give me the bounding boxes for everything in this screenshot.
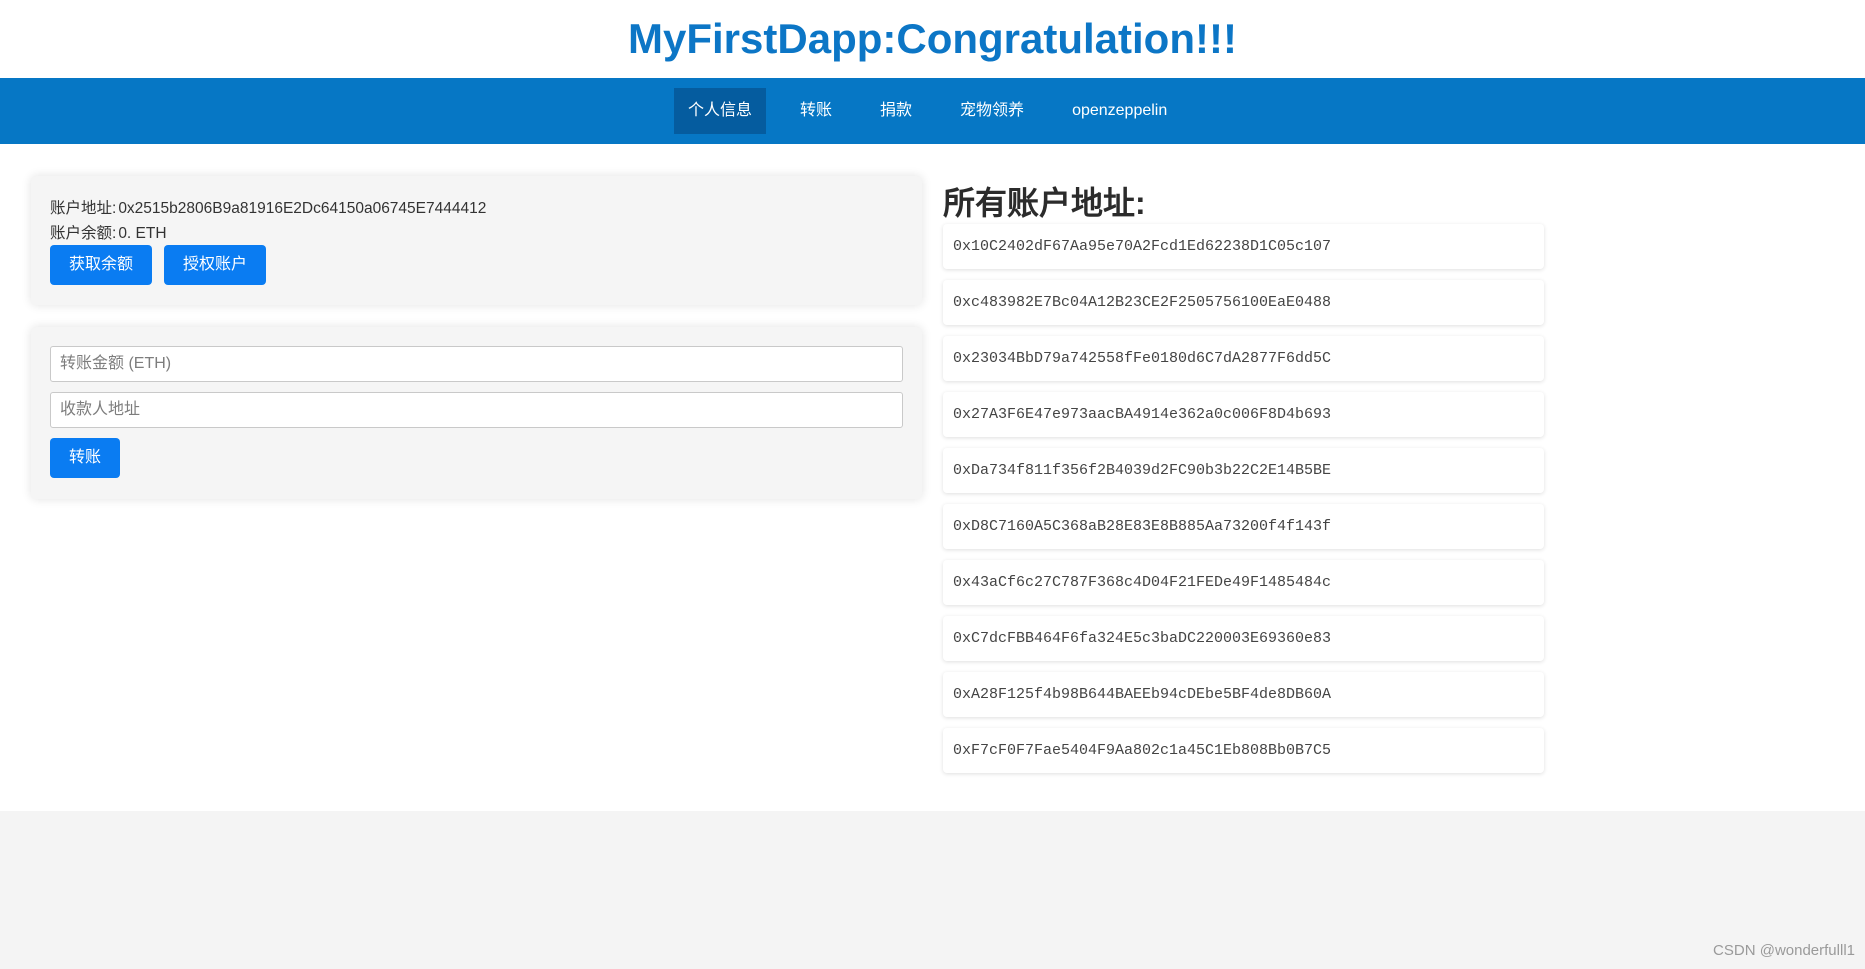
nav-item-pet-adoption[interactable]: 宠物领养 — [946, 88, 1038, 134]
nav-item-donate[interactable]: 捐款 — [866, 88, 926, 134]
account-list-item: 0xF7cF0F7Fae5404F9Aa802c1a45C1Eb808Bb0B7… — [943, 728, 1544, 773]
nav-item-transfer[interactable]: 转账 — [786, 88, 846, 134]
nav-item-profile[interactable]: 个人信息 — [674, 88, 767, 134]
account-info-card: 账户地址: 0x2515b2806B9a81916E2Dc64150a06745E… — [31, 176, 922, 305]
accounts-list: 0x10C2402dF67Aa95e70A2Fcd1Ed62238D1C05c1… — [943, 224, 1544, 784]
account-list-item: 0xC7dcFBB464F6fa324E5c3baDC220003E69360e… — [943, 616, 1544, 661]
account-address-label: 账户地址: — [50, 200, 117, 217]
account-balance-line: 账户余额: 0. ETH — [50, 221, 167, 243]
transfer-submit-button[interactable]: 转账 — [50, 438, 121, 478]
nav-item-openzeppelin[interactable]: openzeppelin — [1058, 88, 1181, 134]
recipient-address-input[interactable] — [50, 392, 903, 428]
authorize-account-button[interactable]: 授权账户 — [164, 245, 267, 285]
account-address-value: 0x2515b2806B9a81916E2Dc64150a06745E74444… — [118, 200, 487, 217]
app-title: MyFirstDapp:Congratulation!!! — [628, 15, 1237, 62]
account-balance-value: 0. ETH — [118, 225, 167, 242]
account-address-line: 账户地址: 0x2515b2806B9a81916E2Dc64150a06745E… — [50, 196, 486, 218]
transfer-form-card: 转账 — [31, 327, 922, 499]
account-list-item: 0xDa734f811f356f2B4039d2FC90b3b22C2E14B5… — [943, 448, 1544, 493]
account-list-item: 0x10C2402dF67Aa95e70A2Fcd1Ed62238D1C05c1… — [943, 224, 1544, 269]
account-list-item: 0x27A3F6E47e973aacBA4914e362a0c006F8D4b6… — [943, 392, 1544, 437]
account-balance-label: 账户余额: — [50, 225, 117, 242]
navbar: 个人信息 转账 捐款 宠物领养 openzeppelin — [0, 78, 1865, 144]
watermark: CSDN @wonderfulll1 — [1713, 942, 1855, 959]
account-list-item: 0xc483982E7Bc04A12B23CE2F2505756100EaE04… — [943, 280, 1544, 325]
account-list-item: 0x43aCf6c27C787F368c4D04F21FEDe49F148548… — [943, 560, 1544, 605]
get-balance-button[interactable]: 获取余额 — [50, 245, 153, 285]
account-list-item: 0x23034BbD79a742558fFe0180d6C7dA2877F6dd… — [943, 336, 1544, 381]
accounts-title: 所有账户地址: — [943, 185, 1146, 221]
account-list-item: 0xA28F125f4b98B644BAEEb94cDEbe5BF4de8DB6… — [943, 672, 1544, 717]
nav-items: 个人信息 转账 捐款 宠物领养 openzeppelin — [674, 88, 1201, 134]
transfer-amount-input[interactable] — [50, 346, 903, 382]
account-list-item: 0xD8C7160A5C368aB28E83E8B885Aa73200f4f14… — [943, 504, 1544, 549]
